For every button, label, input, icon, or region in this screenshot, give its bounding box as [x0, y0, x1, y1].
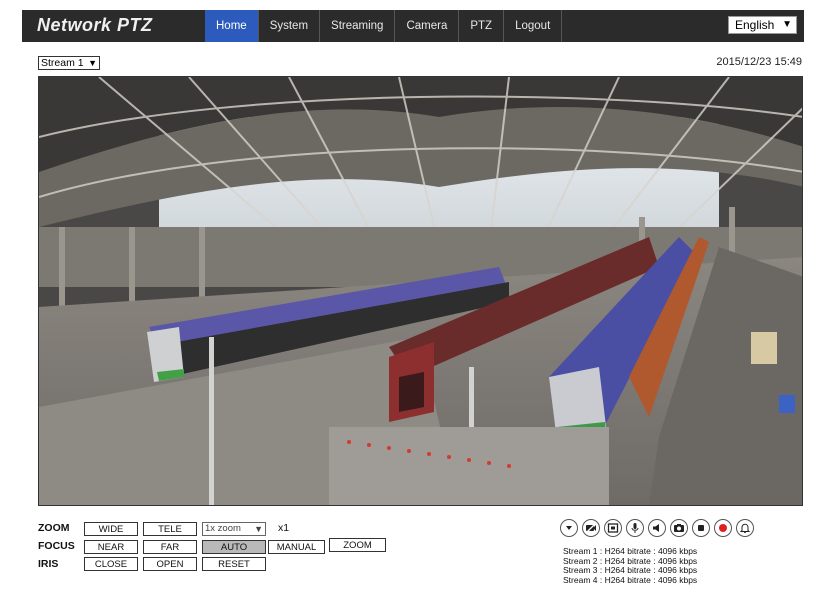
alarm-icon[interactable] [736, 519, 754, 537]
focus-auto-button[interactable]: AUTO [202, 540, 266, 554]
stream-select[interactable]: Stream 1 ▼ [38, 56, 100, 70]
zoom-level-indicator: x1 [278, 522, 290, 534]
zoom-wide-button[interactable]: WIDE [84, 522, 138, 536]
focus-label: FOCUS [38, 540, 75, 552]
focus-far-button[interactable]: FAR [143, 540, 197, 554]
privacy-icon[interactable] [582, 519, 600, 537]
focus-manual-button[interactable]: MANUAL [268, 540, 325, 554]
focus-zoom-button[interactable]: ZOOM [329, 538, 386, 552]
chevron-down-icon: ▼ [254, 524, 263, 534]
iris-reset-button[interactable]: RESET [202, 557, 266, 571]
dropdown-icon[interactable] [560, 519, 578, 537]
language-select[interactable]: English ▼ [728, 16, 797, 34]
focus-near-button[interactable]: NEAR [84, 540, 138, 554]
zoom-label: ZOOM [38, 522, 70, 534]
chevron-down-icon: ▼ [88, 58, 97, 68]
main-nav: Home System Streaming Camera PTZ Logout [205, 10, 563, 42]
record-icon[interactable] [714, 519, 732, 537]
nav-streaming[interactable]: Streaming [320, 10, 396, 42]
brand-logo: Network PTZ [37, 15, 153, 35]
iris-label: IRIS [38, 558, 59, 570]
video-frame-image [39, 77, 802, 505]
zoom-tele-button[interactable]: TELE [143, 522, 197, 536]
datetime-display: 2015/12/23 15:49 [716, 56, 802, 68]
nav-logout[interactable]: Logout [504, 10, 563, 42]
stream-status-line: Stream 4 : H264 bitrate : 4096 kbps [563, 574, 698, 585]
chevron-down-icon: ▼ [782, 19, 792, 30]
iris-open-button[interactable]: OPEN [143, 557, 197, 571]
tool-icon-bar [560, 519, 754, 537]
iris-close-button[interactable]: CLOSE [84, 557, 138, 571]
stream-status-list: Stream 1 : H264 bitrate : 4096 kbps Stre… [563, 546, 698, 585]
stream-select-value: Stream 1 [41, 57, 84, 69]
top-navigation-bar: Network PTZ Home System Streaming Camera… [22, 10, 804, 42]
live-video-view[interactable] [38, 76, 803, 506]
speaker-icon[interactable] [648, 519, 666, 537]
zoom-ratio-value: 1x zoom [205, 523, 241, 534]
zoom-ratio-select[interactable]: 1x zoom ▼ [202, 522, 266, 536]
language-value: English [735, 18, 775, 32]
fullscreen-icon[interactable] [604, 519, 622, 537]
nav-system[interactable]: System [259, 10, 321, 42]
nav-home[interactable]: Home [205, 10, 259, 42]
microphone-icon[interactable] [626, 519, 644, 537]
nav-ptz[interactable]: PTZ [459, 10, 505, 42]
nav-camera[interactable]: Camera [395, 10, 460, 42]
stop-icon[interactable] [692, 519, 710, 537]
snapshot-icon[interactable] [670, 519, 688, 537]
